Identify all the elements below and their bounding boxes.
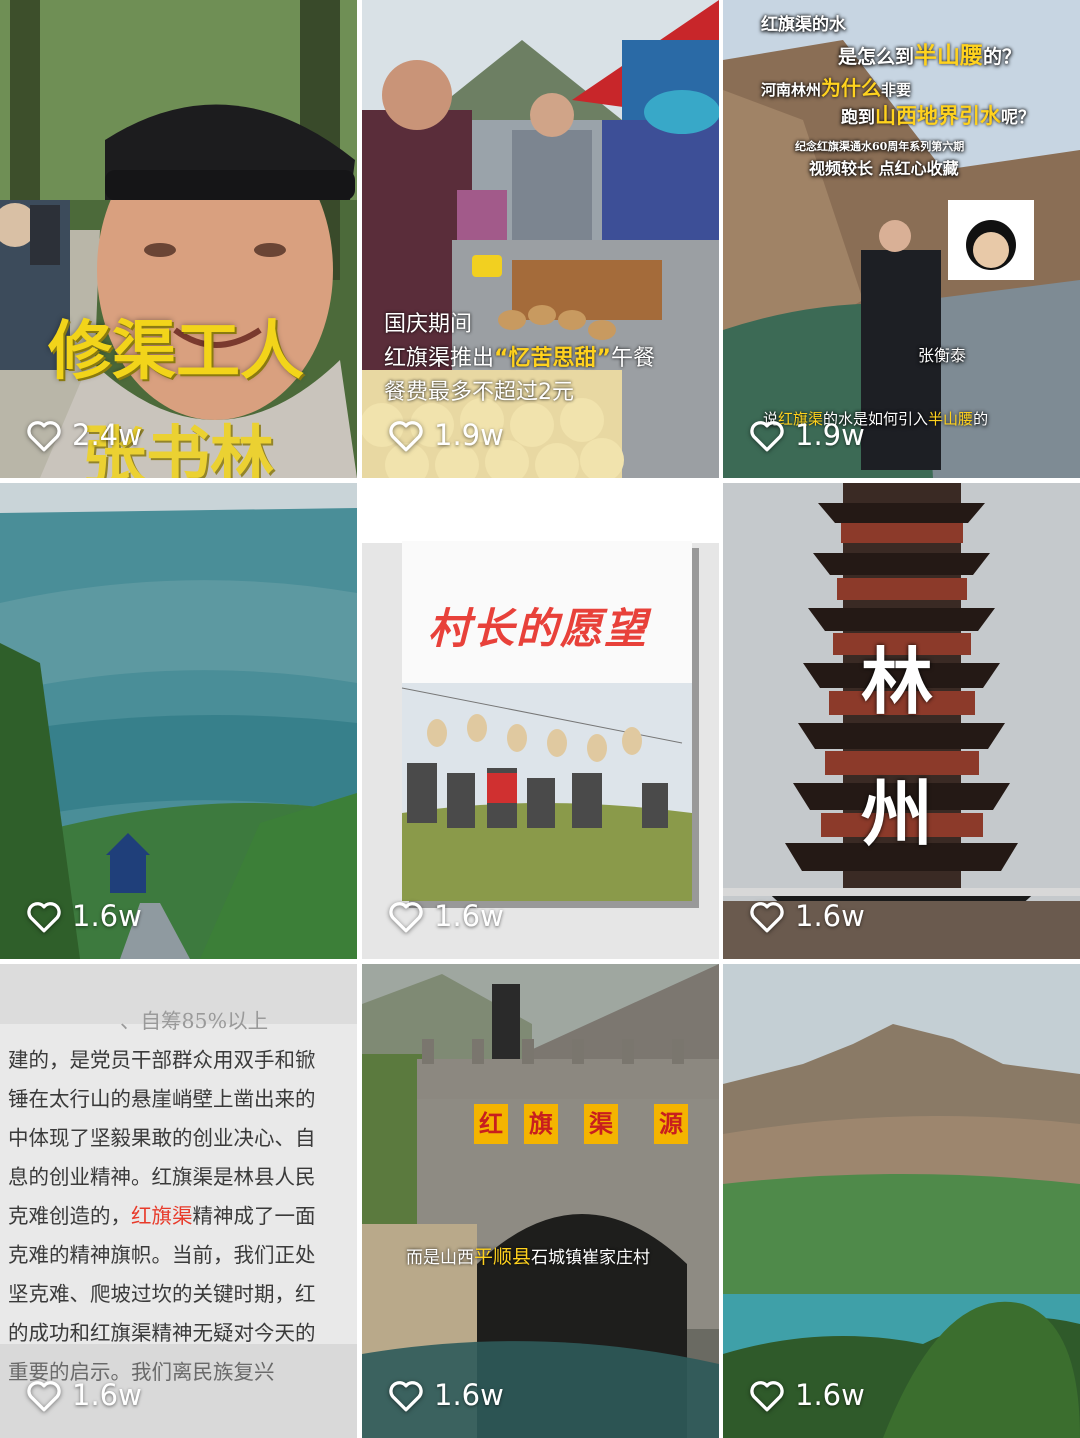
video-tile-1[interactable]: 修渠工人 张书林 2.4w <box>0 0 357 478</box>
overlay-line-2: 红旗渠推出“忆苦思甜”午餐 <box>384 346 655 371</box>
video-tile-6[interactable]: 林 州 1.6w <box>723 483 1080 959</box>
thumbnail-village-wish <box>362 483 719 959</box>
heart-outline-icon <box>389 901 423 932</box>
overlay-line-3: 餐费最多不超过2元 <box>384 380 574 405</box>
overlay-char-2: 州 <box>861 771 934 856</box>
video-tile-7[interactable]: 、自筹85%以上 建的，是党员干部群众用双手和锨 锤在太行山的悬崖峭壁上凿出来的… <box>0 964 357 1438</box>
document-text: 、自筹85%以上 建的，是党员干部群众用双手和锨 锤在太行山的悬崖峭壁上凿出来的… <box>8 1009 316 1384</box>
overlay-q2: 是怎么到半山腰的？ <box>838 42 1022 69</box>
like-count-value: 1.9w <box>795 418 865 452</box>
overlay-q3: 河南林州为什么非要 <box>761 76 912 100</box>
canal-plaque: 红 旗 渠 源 <box>474 1104 710 1148</box>
overlay-hint: 视频较长 点红心收藏 <box>809 159 959 178</box>
like-count: 1.9w <box>749 418 865 452</box>
heart-outline-icon <box>27 1380 61 1411</box>
heart-outline-icon <box>27 420 61 451</box>
like-count-value: 1.6w <box>795 899 865 933</box>
like-count: 1.6w <box>749 899 865 933</box>
overlay-char-1: 林 <box>861 639 934 724</box>
overlay-q1: 红旗渠的水 <box>761 15 846 35</box>
heart-outline-icon <box>750 1380 784 1411</box>
overlay-line-1: 国庆期间 <box>384 312 473 337</box>
thumbnail-canal-source-bridge <box>362 964 719 1438</box>
like-count: 1.6w <box>749 1378 865 1412</box>
overlay-title: 村长的愿望 <box>428 604 649 653</box>
video-tile-4[interactable]: 1.6w <box>0 483 357 959</box>
like-count-value: 1.6w <box>72 899 142 933</box>
video-tile-8[interactable]: 红 旗 渠 源 而是山西平顺县石城镇崔家庄村 1.6w <box>362 964 719 1438</box>
heart-outline-icon <box>389 420 423 451</box>
heart-outline-icon <box>389 1380 423 1411</box>
video-tile-9[interactable]: 1.6w <box>723 964 1080 1438</box>
video-tile-3[interactable]: 红旗渠的水 是怎么到半山腰的？ 河南林州为什么非要 跑到山西地界引水呢？ 纪念红… <box>723 0 1080 478</box>
like-count: 1.6w <box>388 1378 504 1412</box>
overlay-q4: 跑到山西地界引水呢？ <box>841 103 1035 128</box>
like-count: 1.6w <box>26 1378 142 1412</box>
like-count-value: 1.9w <box>434 418 504 452</box>
heart-outline-icon <box>27 901 61 932</box>
like-count-value: 1.6w <box>72 1378 142 1412</box>
like-count: 2.4w <box>26 418 142 452</box>
like-count-value: 1.6w <box>434 1378 504 1412</box>
overlay-subtitle: 而是山西平顺县石城镇崔家庄村 <box>406 1246 651 1268</box>
overlay-series: 纪念红旗渠通水60周年系列第六期 <box>795 140 965 153</box>
heart-outline-icon <box>750 901 784 932</box>
like-count: 1.6w <box>388 899 504 933</box>
thumbnail-canteen <box>362 0 719 478</box>
video-tile-2[interactable]: 国庆期间 红旗渠推出“忆苦思甜”午餐 餐费最多不超过2元 1.9w <box>362 0 719 478</box>
like-count-value: 2.4w <box>72 418 142 452</box>
thumbnail-mountain-cliffs <box>0 483 357 959</box>
like-count-value: 1.6w <box>434 899 504 933</box>
like-count: 1.6w <box>26 899 142 933</box>
like-count-value: 1.6w <box>795 1378 865 1412</box>
overlay-title: 修渠工人 <box>48 315 304 389</box>
heart-outline-icon <box>750 420 784 451</box>
speaker-name: 张衡泰 <box>918 346 967 365</box>
like-count: 1.9w <box>388 418 504 452</box>
video-tile-5[interactable]: 村长的愿望 1.6w <box>362 483 719 959</box>
thumbnail-lake-mountains <box>723 964 1080 1438</box>
video-grid: 修渠工人 张书林 2.4w 国庆期间 红旗渠推出“忆苦思甜”午餐 餐费最多不超过… <box>0 0 1080 1438</box>
